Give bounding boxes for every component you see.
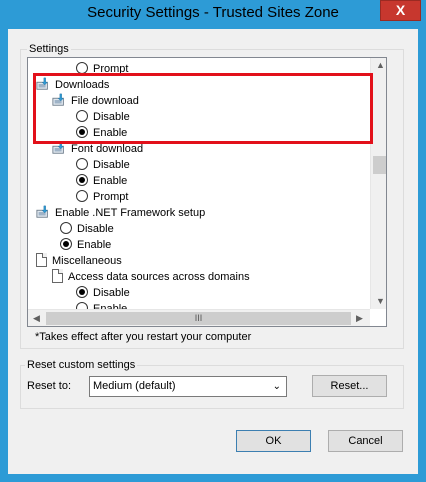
radio-unchecked-icon[interactable]	[76, 62, 88, 74]
reset-level-value: Medium (default)	[93, 380, 176, 392]
setting-label: Prompt	[93, 191, 129, 203]
setting-label: Disable	[77, 223, 114, 235]
setting-label: Enable	[93, 175, 128, 187]
ok-button[interactable]: OK	[236, 430, 311, 452]
horizontal-scroll-thumb[interactable]: III	[46, 312, 351, 325]
radio-unchecked-icon[interactable]	[76, 110, 88, 122]
settings-category-icon	[52, 141, 64, 154]
radio-checked-icon[interactable]	[76, 126, 88, 138]
radio-checked-icon[interactable]	[76, 174, 88, 186]
setting-label: Font download	[71, 143, 144, 155]
setting-option[interactable]: Disable	[76, 285, 130, 301]
setting-label: Disable	[93, 111, 130, 123]
scroll-left-icon[interactable]: ◀	[33, 313, 40, 324]
vertical-scroll-thumb[interactable]	[373, 156, 386, 174]
setting-option[interactable]: Disable	[76, 109, 130, 125]
close-button[interactable]: X	[380, 0, 421, 21]
setting-category[interactable]: Downloads	[36, 77, 109, 93]
setting-option[interactable]: Disable	[60, 221, 114, 237]
setting-option[interactable]: Enable	[76, 173, 127, 189]
document-icon	[52, 269, 63, 283]
radio-checked-icon[interactable]	[60, 238, 72, 250]
setting-label: Disable	[93, 159, 130, 171]
settings-tree[interactable]: Prompt Downloads File download Disable Enabl…	[27, 57, 387, 327]
scroll-right-icon[interactable]: ▶	[356, 313, 363, 324]
reset-group-label: Reset custom settings	[25, 359, 138, 371]
radio-checked-icon[interactable]	[76, 286, 88, 298]
scroll-down-icon[interactable]: ▼	[376, 296, 385, 306]
setting-subcategory[interactable]: File download	[52, 93, 139, 109]
setting-label: Downloads	[55, 79, 110, 91]
setting-option[interactable]: Enable	[76, 125, 127, 141]
setting-option[interactable]: Disable	[76, 157, 130, 173]
window-title: Security Settings - Trusted Sites Zone	[87, 4, 339, 21]
scroll-up-icon[interactable]: ▲	[376, 60, 385, 70]
settings-category-icon	[36, 77, 48, 90]
document-icon	[36, 253, 47, 267]
reset-button[interactable]: Reset...	[312, 375, 387, 397]
setting-option[interactable]: Enable	[60, 237, 111, 253]
cancel-button[interactable]: Cancel	[328, 430, 403, 452]
setting-label: Miscellaneous	[52, 255, 122, 267]
setting-label: File download	[71, 95, 139, 107]
radio-unchecked-icon[interactable]	[76, 190, 88, 202]
vertical-scrollbar[interactable]: ▲ ▼	[370, 58, 386, 309]
setting-option[interactable]: Prompt	[76, 189, 128, 205]
setting-subcategory[interactable]: Access data sources across domains	[52, 269, 250, 285]
setting-category[interactable]: Enable .NET Framework setup	[36, 205, 205, 221]
setting-label: Enable	[93, 127, 128, 139]
title-bar[interactable]: Security Settings - Trusted Sites Zone X	[0, 0, 426, 29]
settings-category-icon	[36, 205, 48, 218]
settings-group-label: Settings	[27, 43, 71, 55]
horizontal-scrollbar[interactable]: ◀ III ▶	[28, 309, 370, 326]
reset-level-select[interactable]: Medium (default) ⌄	[89, 376, 287, 397]
security-settings-window: Security Settings - Trusted Sites Zone X…	[0, 0, 426, 482]
reset-to-label: Reset to:	[27, 380, 72, 392]
setting-option[interactable]: Prompt	[76, 61, 128, 77]
setting-label: Enable .NET Framework setup	[55, 207, 206, 219]
setting-label: Enable	[77, 239, 112, 251]
setting-label: Access data sources across domains	[68, 271, 250, 283]
setting-label: Disable	[93, 287, 130, 299]
settings-category-icon	[52, 93, 64, 106]
chevron-down-icon[interactable]: ⌄	[273, 377, 281, 396]
setting-category[interactable]: Miscellaneous	[36, 253, 122, 269]
radio-unchecked-icon[interactable]	[60, 222, 72, 234]
setting-label: Prompt	[93, 63, 129, 75]
radio-unchecked-icon[interactable]	[76, 158, 88, 170]
restart-footnote: *Takes effect after you restart your com…	[35, 331, 252, 343]
setting-subcategory[interactable]: Font download	[52, 141, 143, 157]
